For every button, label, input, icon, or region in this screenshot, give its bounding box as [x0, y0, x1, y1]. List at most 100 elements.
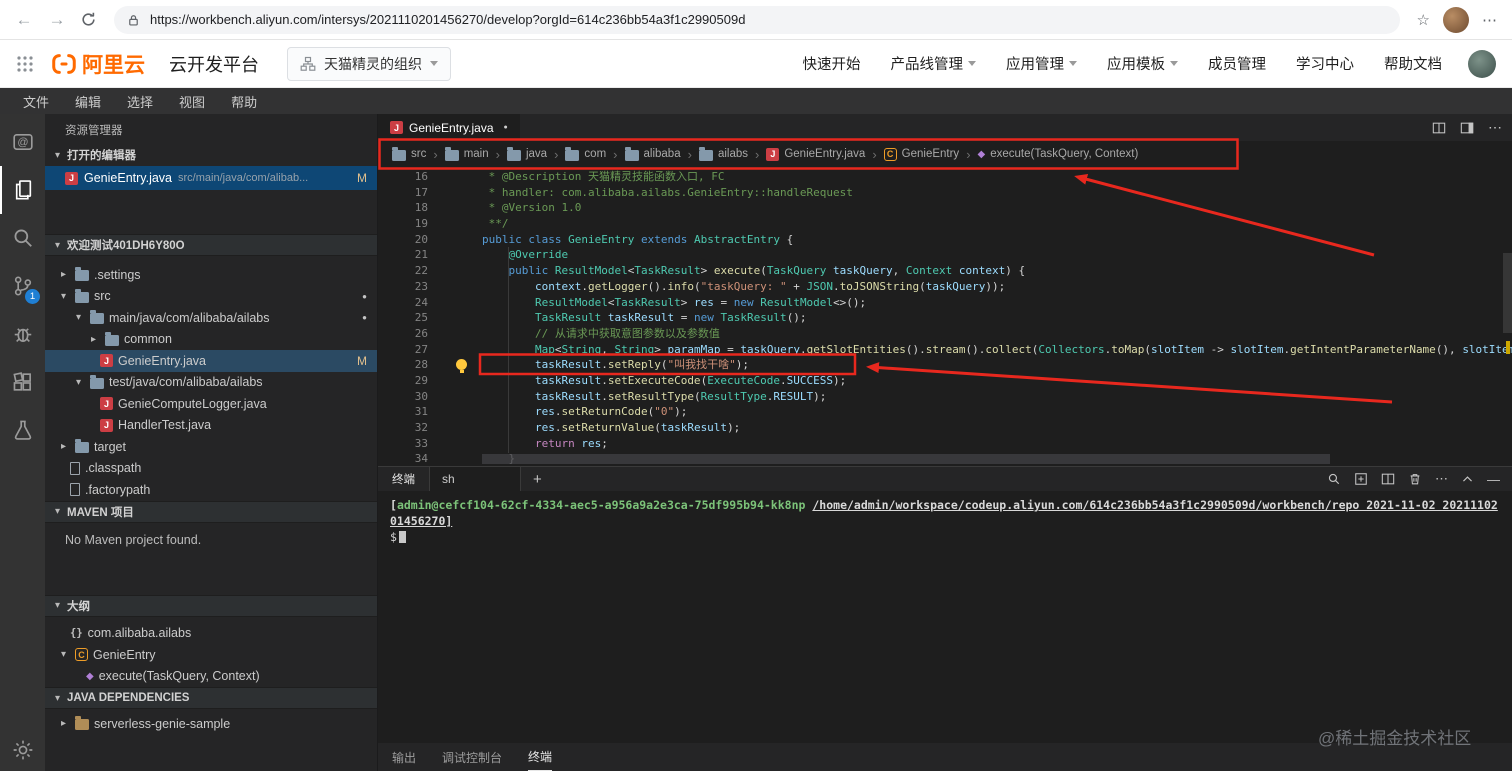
- topnav-item[interactable]: 应用模板: [1107, 53, 1178, 74]
- lightbulb-icon[interactable]: [456, 359, 467, 374]
- open-editor-item[interactable]: J GenieEntry.java src/main/java/com/alib…: [45, 166, 377, 190]
- dependency-item[interactable]: ▸ serverless-genie-sample: [45, 713, 377, 735]
- menubar-item[interactable]: 帮助: [218, 92, 270, 111]
- topnav-item[interactable]: 帮助文档: [1384, 53, 1442, 74]
- user-avatar[interactable]: [1468, 49, 1496, 78]
- topnav-item[interactable]: 成员管理: [1208, 53, 1266, 74]
- bookmark-star-icon[interactable]: ☆: [1417, 11, 1430, 29]
- aliyun-logo-icon: [52, 53, 76, 74]
- java-file-icon: J: [100, 354, 113, 368]
- explorer-icon[interactable]: [0, 166, 45, 214]
- search-icon[interactable]: [0, 214, 45, 262]
- outline-item-label: execute(TaskQuery, Context): [98, 669, 260, 684]
- chevron-down-icon: [1170, 61, 1178, 66]
- panel-tab[interactable]: 调试控制台: [442, 743, 502, 771]
- outline-item[interactable]: ◆ execute(TaskQuery, Context): [45, 666, 377, 688]
- open-editors-header[interactable]: ▾ 打开的编辑器: [45, 144, 377, 166]
- breadcrumb-item[interactable]: ailabs: [698, 146, 748, 161]
- tree-item[interactable]: ▾ src ●: [45, 286, 377, 308]
- breadcrumb-item[interactable]: src: [392, 146, 426, 161]
- tree-item[interactable]: J GenieEntry.java M: [45, 350, 377, 372]
- more-actions-icon[interactable]: ⋯: [1488, 119, 1502, 136]
- source-control-icon[interactable]: 1: [0, 262, 45, 310]
- new-terminal-icon[interactable]: +: [533, 471, 542, 488]
- modified-dot-icon[interactable]: ●: [504, 124, 508, 131]
- topnav-item[interactable]: 快速开始: [803, 53, 861, 74]
- editor-tab[interactable]: J GenieEntry.java ●: [378, 114, 520, 141]
- tree-item[interactable]: ▾ main/java/com/alibaba/ailabs ●: [45, 307, 377, 329]
- tree-item[interactable]: ▸ common: [45, 329, 377, 351]
- menubar-item[interactable]: 视图: [166, 92, 218, 111]
- outline-section-header[interactable]: ▾ 大纲: [45, 594, 377, 617]
- test-beaker-icon[interactable]: [0, 406, 45, 454]
- folder-icon: [90, 374, 104, 389]
- breadcrumb-item[interactable]: com: [565, 146, 606, 161]
- breadcrumb-item[interactable]: alibaba: [624, 146, 681, 161]
- kill-terminal-icon[interactable]: [1408, 472, 1422, 486]
- tree-item[interactable]: .classpath: [45, 458, 377, 480]
- java-file-icon: J: [100, 418, 113, 432]
- tree-item[interactable]: ▸ .settings: [45, 264, 377, 286]
- code-text: * @Description 天猫精灵技能函数入口, FC: [482, 170, 725, 183]
- gutter: 17: [378, 185, 482, 201]
- panel-tab[interactable]: 输出: [392, 743, 416, 771]
- debug-icon[interactable]: [0, 310, 45, 358]
- extensions-icon[interactable]: [0, 358, 45, 406]
- code-editor[interactable]: 16 * @Description 天猫精灵技能函数入口, FC 17 * han…: [378, 167, 1512, 466]
- terminal-search-icon[interactable]: [1327, 472, 1341, 486]
- org-selector[interactable]: 天猫精灵的组织: [287, 46, 451, 81]
- chevron-down-icon: [430, 61, 438, 66]
- url-bar[interactable]: https://workbench.aliyun.com/intersys/20…: [114, 5, 1400, 34]
- tree-item[interactable]: J HandlerTest.java: [45, 415, 377, 437]
- forward-icon[interactable]: →: [47, 10, 67, 30]
- back-icon[interactable]: ←: [14, 10, 34, 30]
- panel-tab[interactable]: 终端: [528, 743, 553, 771]
- breadcrumb-item[interactable]: ◆ execute(TaskQuery, Context): [978, 148, 1139, 160]
- breadcrumb-item[interactable]: main: [444, 146, 489, 161]
- maximize-panel-icon[interactable]: [1461, 473, 1474, 486]
- tree-item[interactable]: ▾ test/java/com/alibaba/ailabs: [45, 372, 377, 394]
- menubar-item[interactable]: 选择: [114, 92, 166, 111]
- aliyun-logo[interactable]: 阿里云: [50, 49, 145, 79]
- project-section-header[interactable]: ▾ 欢迎测试401DH6Y80O: [45, 234, 377, 256]
- new-pane-icon[interactable]: [1354, 472, 1368, 486]
- split-terminal-icon[interactable]: [1381, 472, 1395, 486]
- app-grid-icon[interactable]: [16, 55, 34, 73]
- breadcrumb: src › main › java › com › alibaba › ailabs › J GenieE…: [378, 141, 1512, 167]
- terminal-body[interactable]: [admin@cefcf104-62cf-4334-aec5-a956a9a2e…: [378, 491, 1512, 742]
- breadcrumb-item[interactable]: J GenieEntry.java: [766, 147, 865, 161]
- terminal-tab-sh[interactable]: sh: [429, 467, 521, 491]
- tree-item[interactable]: J GenieComputeLogger.java: [45, 393, 377, 415]
- topnav-item[interactable]: 应用管理: [1006, 53, 1077, 74]
- line-number: 28: [414, 358, 428, 372]
- code-line: 28 taskResult.setReply("叫我找干啥");: [378, 357, 1512, 374]
- layout-icon[interactable]: [1460, 121, 1474, 135]
- tree-item[interactable]: ▸ target: [45, 436, 377, 458]
- horizontal-scrollbar[interactable]: [482, 454, 1330, 464]
- browser-profile-avatar[interactable]: [1443, 6, 1469, 33]
- outline-item[interactable]: ▾ C GenieEntry: [45, 644, 377, 666]
- more-actions-icon[interactable]: ⋯: [1435, 471, 1448, 487]
- close-panel-icon[interactable]: —: [1487, 472, 1500, 487]
- topnav-item[interactable]: 学习中心: [1296, 53, 1354, 74]
- line-number: 31: [414, 405, 428, 419]
- tree-item[interactable]: .factorypath: [45, 479, 377, 501]
- menubar-item[interactable]: 编辑: [62, 92, 114, 111]
- maven-section-header[interactable]: ▾ MAVEN 项目: [45, 500, 377, 523]
- breadcrumb-item[interactable]: C GenieEntry: [883, 147, 959, 161]
- browser-menu-icon[interactable]: ⋯: [1482, 11, 1498, 29]
- line-number: 25: [414, 311, 428, 325]
- java-dependencies-header[interactable]: ▾ JAVA DEPENDENCIES: [45, 687, 377, 709]
- modified-dot: ●: [362, 313, 367, 323]
- refresh-icon[interactable]: [80, 11, 97, 28]
- vertical-scrollbar[interactable]: [1503, 253, 1512, 333]
- breadcrumb-item[interactable]: java: [506, 146, 547, 161]
- menubar-item[interactable]: 文件: [10, 92, 62, 111]
- terminal-title[interactable]: 终端: [378, 471, 429, 487]
- topnav-item[interactable]: 产品线管理: [891, 53, 976, 74]
- split-editor-icon[interactable]: [1432, 121, 1446, 135]
- outline-item-label: GenieEntry: [93, 647, 156, 662]
- outline-item[interactable]: {} com.alibaba.ailabs: [45, 623, 377, 645]
- web-ide-icon[interactable]: @: [0, 118, 45, 166]
- settings-gear-icon[interactable]: [12, 739, 34, 761]
